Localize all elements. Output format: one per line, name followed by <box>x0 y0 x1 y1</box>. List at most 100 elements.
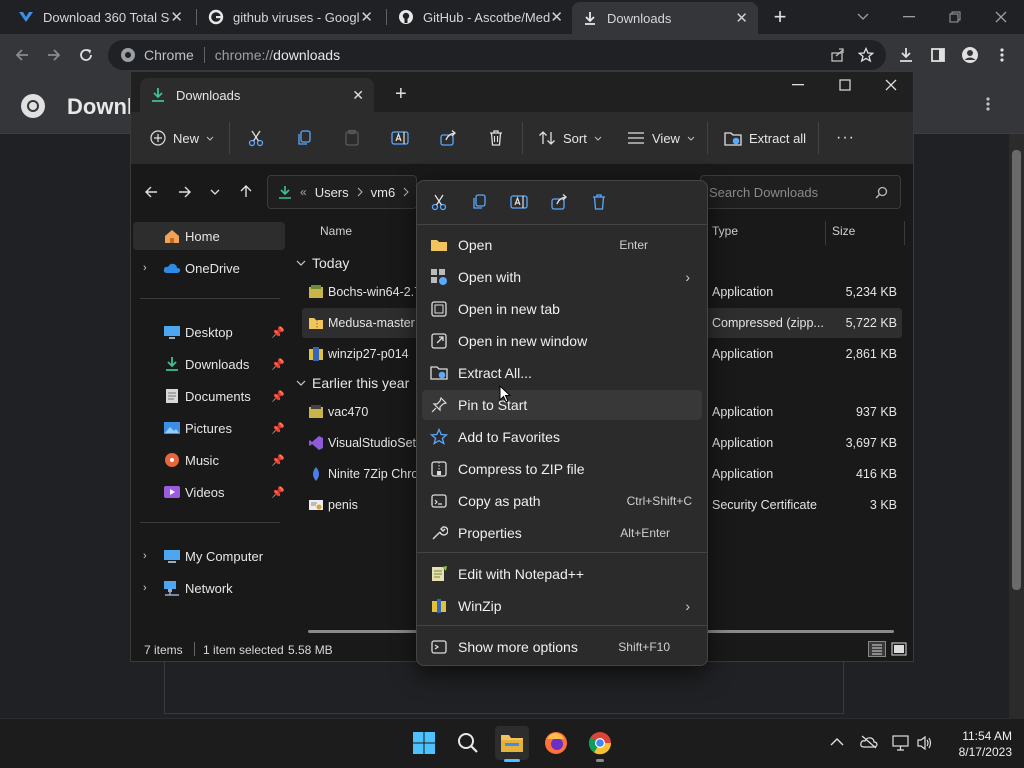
menu-item-add-to-favorites[interactable]: Add to Favorites <box>422 422 702 452</box>
restore-button[interactable] <box>932 0 978 34</box>
explorer-tab-downloads[interactable]: Downloads ✕ <box>140 78 374 112</box>
page-menu-icon[interactable] <box>986 96 990 112</box>
back-button[interactable] <box>8 41 36 69</box>
menu-item-open[interactable]: Open Enter <box>422 230 702 260</box>
minimize-button[interactable] <box>792 84 804 86</box>
menu-item-show-more-options[interactable]: Show more options Shift+F10 <box>422 632 702 662</box>
close-window-button[interactable] <box>885 79 897 91</box>
rename-icon[interactable] <box>507 190 531 214</box>
sidebar-item-network[interactable]: › Network <box>133 574 285 602</box>
chrome-tab-github[interactable]: GitHub - Ascotbe/Med ✕ <box>388 0 573 34</box>
chevron-right-icon[interactable]: › <box>143 262 147 274</box>
close-icon[interactable]: ✕ <box>360 8 373 26</box>
new-button[interactable]: New <box>150 124 214 152</box>
search-icon[interactable] <box>451 726 485 760</box>
share-icon[interactable] <box>547 190 571 214</box>
chrome-tab-google[interactable]: github viruses - Googl ✕ <box>198 0 383 34</box>
extract-all-button[interactable]: Extract all <box>724 124 806 152</box>
rename-icon[interactable] <box>391 124 409 152</box>
copy-icon[interactable] <box>295 124 313 152</box>
sidebar-item-my-computer[interactable]: › My Computer <box>133 542 285 570</box>
menu-item-open-new-window[interactable]: Open in new window <box>422 326 702 356</box>
pin-icon[interactable]: 📌 <box>271 422 285 435</box>
pin-icon[interactable]: 📌 <box>271 326 285 339</box>
up-button[interactable] <box>238 183 254 199</box>
sidebar-item-desktop[interactable]: Desktop 📌 <box>133 318 285 346</box>
menu-item-open-with[interactable]: Open with › <box>422 262 702 292</box>
bookmark-star-icon[interactable] <box>858 47 874 63</box>
forward-button[interactable] <box>40 41 68 69</box>
close-icon[interactable]: ✕ <box>735 9 748 27</box>
downloads-toolbar-icon[interactable] <box>892 41 920 69</box>
menu-item-pin-to-start[interactable]: Pin to Start <box>422 390 702 420</box>
clock-date[interactable]: 8/17/2023 <box>940 745 1012 759</box>
column-divider[interactable] <box>825 221 826 245</box>
chevron-down-icon[interactable] <box>840 0 886 34</box>
close-window-button[interactable] <box>978 0 1024 34</box>
sidebar-item-videos[interactable]: Videos 📌 <box>133 478 285 506</box>
recent-locations-icon[interactable] <box>209 186 221 198</box>
share-icon[interactable] <box>439 124 457 152</box>
pin-icon[interactable]: 📌 <box>271 390 285 403</box>
reload-button[interactable] <box>72 41 100 69</box>
page-scrollbar[interactable] <box>1009 134 1024 718</box>
sidebar-item-home[interactable]: Home <box>133 222 285 250</box>
copy-icon[interactable] <box>467 190 491 214</box>
sidebar-item-onedrive[interactable]: › OneDrive <box>133 254 285 282</box>
breadcrumb-vm6[interactable]: vm6 <box>371 185 396 200</box>
minimize-button[interactable] <box>886 0 932 34</box>
group-header-today[interactable]: Today <box>296 255 349 271</box>
details-view-icon[interactable] <box>868 641 886 657</box>
view-button[interactable]: View <box>627 124 695 152</box>
new-tab-button[interactable]: + <box>395 83 407 106</box>
chrome-taskbar-icon[interactable] <box>583 726 617 762</box>
sort-button[interactable]: Sort <box>538 124 602 152</box>
new-tab-button[interactable]: + <box>768 5 792 29</box>
chrome-tab-360[interactable]: Download 360 Total Se ✕ <box>8 0 193 34</box>
sidebar-item-documents[interactable]: Documents 📌 <box>133 382 285 410</box>
close-icon[interactable]: ✕ <box>352 87 364 104</box>
volume-icon[interactable] <box>916 735 934 751</box>
sidebar-item-downloads[interactable]: Downloads 📌 <box>133 350 285 378</box>
sidebar-item-music[interactable]: Music 📌 <box>133 446 285 474</box>
tiles-view-icon[interactable] <box>891 641 907 657</box>
menu-item-copy-as-path[interactable]: Copy as path Ctrl+Shift+C <box>422 486 702 516</box>
back-button[interactable] <box>143 184 159 200</box>
delete-icon[interactable] <box>587 190 611 214</box>
chevron-right-icon[interactable]: › <box>143 582 147 594</box>
clock-time[interactable]: 11:54 AM <box>940 729 1012 743</box>
share-icon[interactable] <box>830 47 846 63</box>
forward-button[interactable] <box>177 184 193 200</box>
start-button[interactable] <box>407 726 441 760</box>
cut-icon[interactable] <box>247 124 265 152</box>
cloud-offline-icon[interactable] <box>860 735 878 749</box>
breadcrumb-overflow[interactable]: « <box>300 185 307 199</box>
chevron-right-icon[interactable]: › <box>143 550 147 562</box>
pin-icon[interactable]: 📌 <box>271 486 285 499</box>
menu-item-winzip[interactable]: WinZip › <box>422 591 702 621</box>
address-bar[interactable]: « Users vm6 D <box>267 175 427 209</box>
network-status-icon[interactable] <box>892 735 910 751</box>
menu-item-open-new-tab[interactable]: Open in new tab <box>422 294 702 324</box>
omnibox[interactable]: Chrome chrome:// downloads <box>108 40 886 70</box>
cut-icon[interactable] <box>427 190 451 214</box>
side-panel-icon[interactable] <box>924 41 952 69</box>
breadcrumb-users[interactable]: Users <box>315 185 349 200</box>
search-box[interactable]: Search Downloads <box>700 175 901 209</box>
pin-icon[interactable]: 📌 <box>271 454 285 467</box>
firefox-icon[interactable] <box>539 726 573 760</box>
menu-item-compress-zip[interactable]: Compress to ZIP file <box>422 454 702 484</box>
chrome-tab-downloads[interactable]: Downloads ✕ <box>572 2 758 34</box>
column-divider[interactable] <box>904 221 905 245</box>
search-input[interactable]: Search Downloads <box>709 185 818 200</box>
column-header-size[interactable]: Size <box>832 224 855 238</box>
menu-item-notepadpp[interactable]: Edit with Notepad++ <box>422 559 702 589</box>
more-options-button[interactable]: ··· <box>836 124 855 152</box>
column-header-name[interactable]: Name <box>320 224 352 238</box>
pin-icon[interactable]: 📌 <box>271 358 285 371</box>
profile-icon[interactable] <box>956 41 984 69</box>
delete-icon[interactable] <box>487 124 505 152</box>
sidebar-item-pictures[interactable]: Pictures 📌 <box>133 414 285 442</box>
menu-item-properties[interactable]: Properties Alt+Enter <box>422 518 702 548</box>
column-header-type[interactable]: Type <box>712 224 738 238</box>
